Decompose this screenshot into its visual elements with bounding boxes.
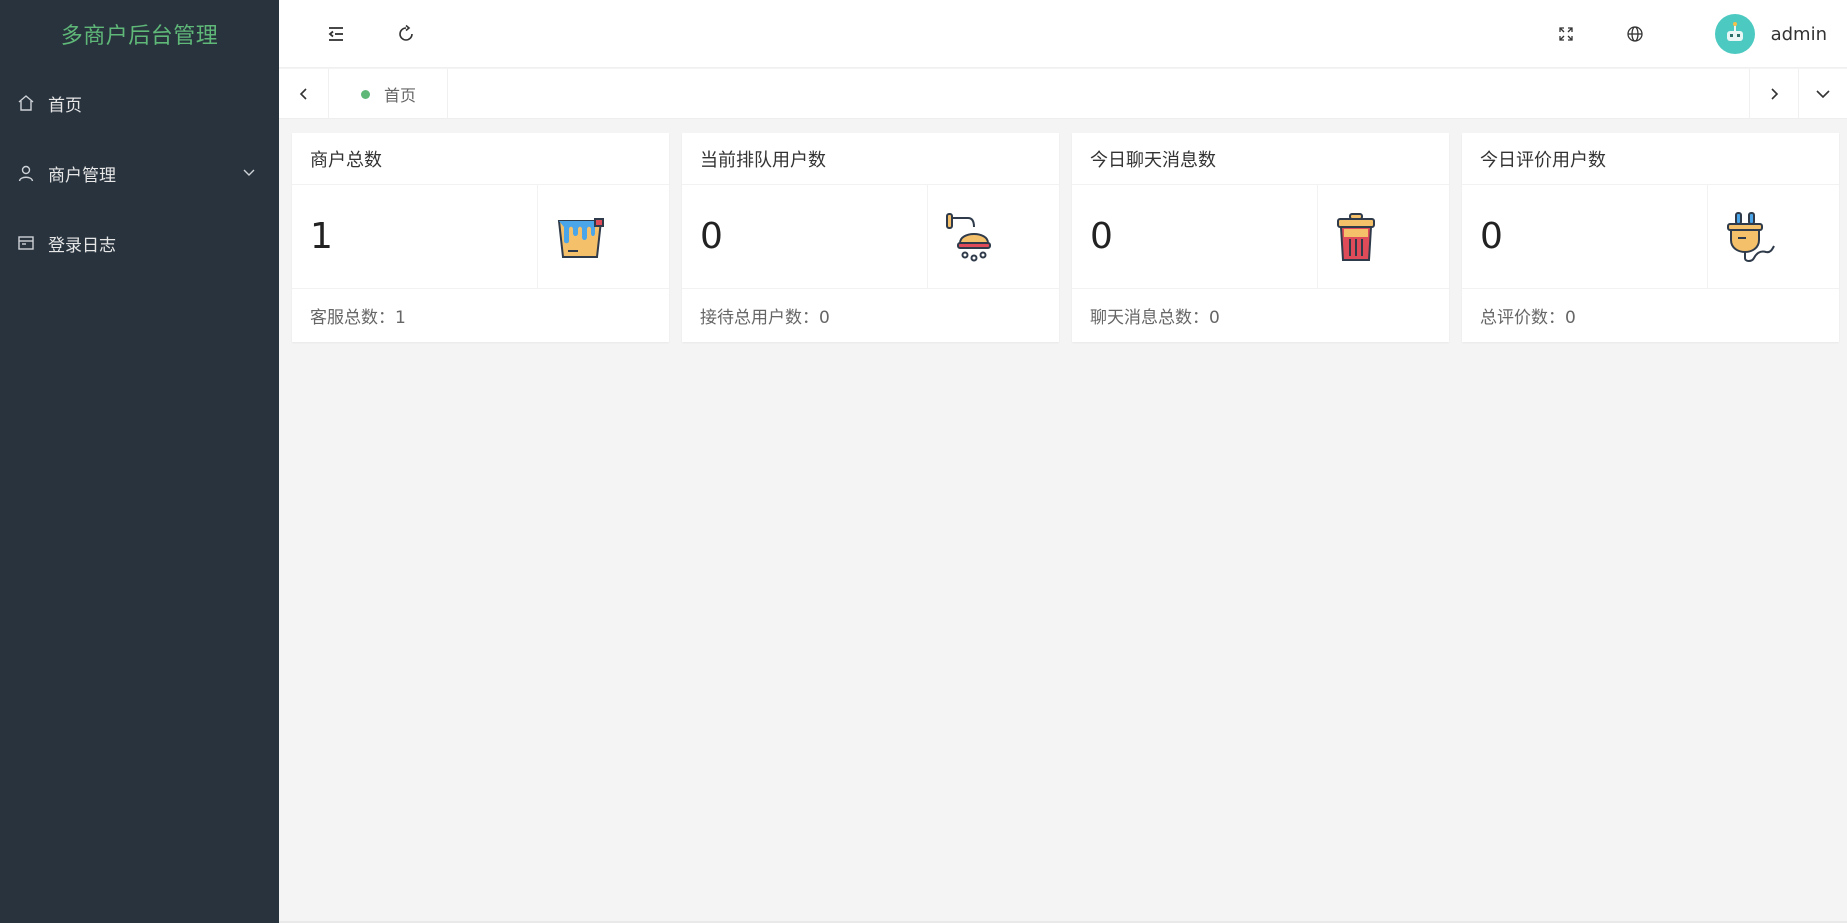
card-footer: 客服总数：1: [310, 307, 406, 328]
chevron-left-icon: [299, 88, 307, 100]
top-header: admin: [279, 0, 1847, 68]
sidebar: 多商户后台管理 首页 商户管理 登录日志: [0, 0, 279, 923]
chevron-down-icon: [241, 164, 257, 180]
shower-icon: [946, 212, 991, 261]
menu-fold-icon: [328, 27, 343, 41]
stat-card-rating-users: 今日评价用户数 0 总评价数：0: [1462, 133, 1839, 342]
avatar: [1714, 14, 1755, 54]
paint-bucket-icon: [557, 217, 604, 258]
username: admin: [1770, 23, 1827, 45]
stats-cards: 商户总数 1 客服总数：1 当前排队用户数 0 接待总用户数：0 今日聊天消息数…: [292, 133, 1841, 342]
log-icon: [16, 233, 36, 253]
tab-label: 首页: [384, 86, 417, 105]
tabs-menu-button[interactable]: [1799, 69, 1847, 119]
toggle-sidebar-button[interactable]: [318, 16, 354, 52]
card-title: 商户总数: [292, 133, 669, 185]
stat-card-chat-messages: 今日聊天消息数 0 聊天消息总数：0: [1072, 133, 1449, 342]
home-icon: [16, 93, 36, 113]
chevron-right-icon: [1771, 88, 1779, 100]
card-title: 当前排队用户数: [682, 133, 1059, 185]
fullscreen-button[interactable]: [1548, 16, 1584, 52]
sidebar-item-label: 首页: [48, 95, 82, 116]
active-dot: [361, 89, 370, 99]
stat-card-merchants: 商户总数 1 客服总数：1: [292, 133, 669, 342]
globe-icon: [1627, 26, 1643, 42]
card-title: 今日评价用户数: [1462, 133, 1839, 185]
tabs-bar: 首页: [279, 69, 1847, 119]
tabs-scroll-left-button[interactable]: [279, 69, 329, 119]
tab-home[interactable]: 首页: [329, 69, 448, 119]
refresh-button[interactable]: [388, 16, 424, 52]
card-value: 0: [700, 216, 723, 257]
stat-card-queue-users: 当前排队用户数 0 接待总用户数：0: [682, 133, 1059, 342]
card-value: 0: [1090, 216, 1113, 257]
app-logo-title: 多商户后台管理: [60, 24, 219, 49]
trash-can-icon: [1337, 212, 1375, 261]
user-icon: [16, 163, 36, 183]
sidebar-item-login-log[interactable]: 登录日志: [0, 208, 279, 278]
sidebar-item-label: 商户管理: [48, 165, 116, 186]
user-menu[interactable]: admin: [1714, 10, 1827, 58]
card-title: 今日聊天消息数: [1072, 133, 1449, 185]
chevron-down-icon: [1816, 90, 1830, 99]
card-footer: 聊天消息总数：0: [1090, 307, 1220, 328]
robot-avatar-icon: [1726, 22, 1743, 41]
language-button[interactable]: [1617, 16, 1653, 52]
card-footer: 总评价数：0: [1480, 307, 1576, 328]
card-value: 0: [1480, 216, 1503, 257]
plug-icon: [1727, 211, 1775, 262]
sidebar-item-merchant-management[interactable]: 商户管理: [0, 138, 279, 208]
fullscreen-icon: [1559, 27, 1573, 41]
sidebar-item-home[interactable]: 首页: [0, 68, 279, 138]
card-footer: 接待总用户数：0: [700, 307, 830, 328]
card-value: 1: [310, 216, 333, 257]
sidebar-item-label: 登录日志: [48, 235, 116, 256]
refresh-icon: [399, 24, 413, 41]
tabs-scroll-right-button[interactable]: [1749, 69, 1799, 119]
